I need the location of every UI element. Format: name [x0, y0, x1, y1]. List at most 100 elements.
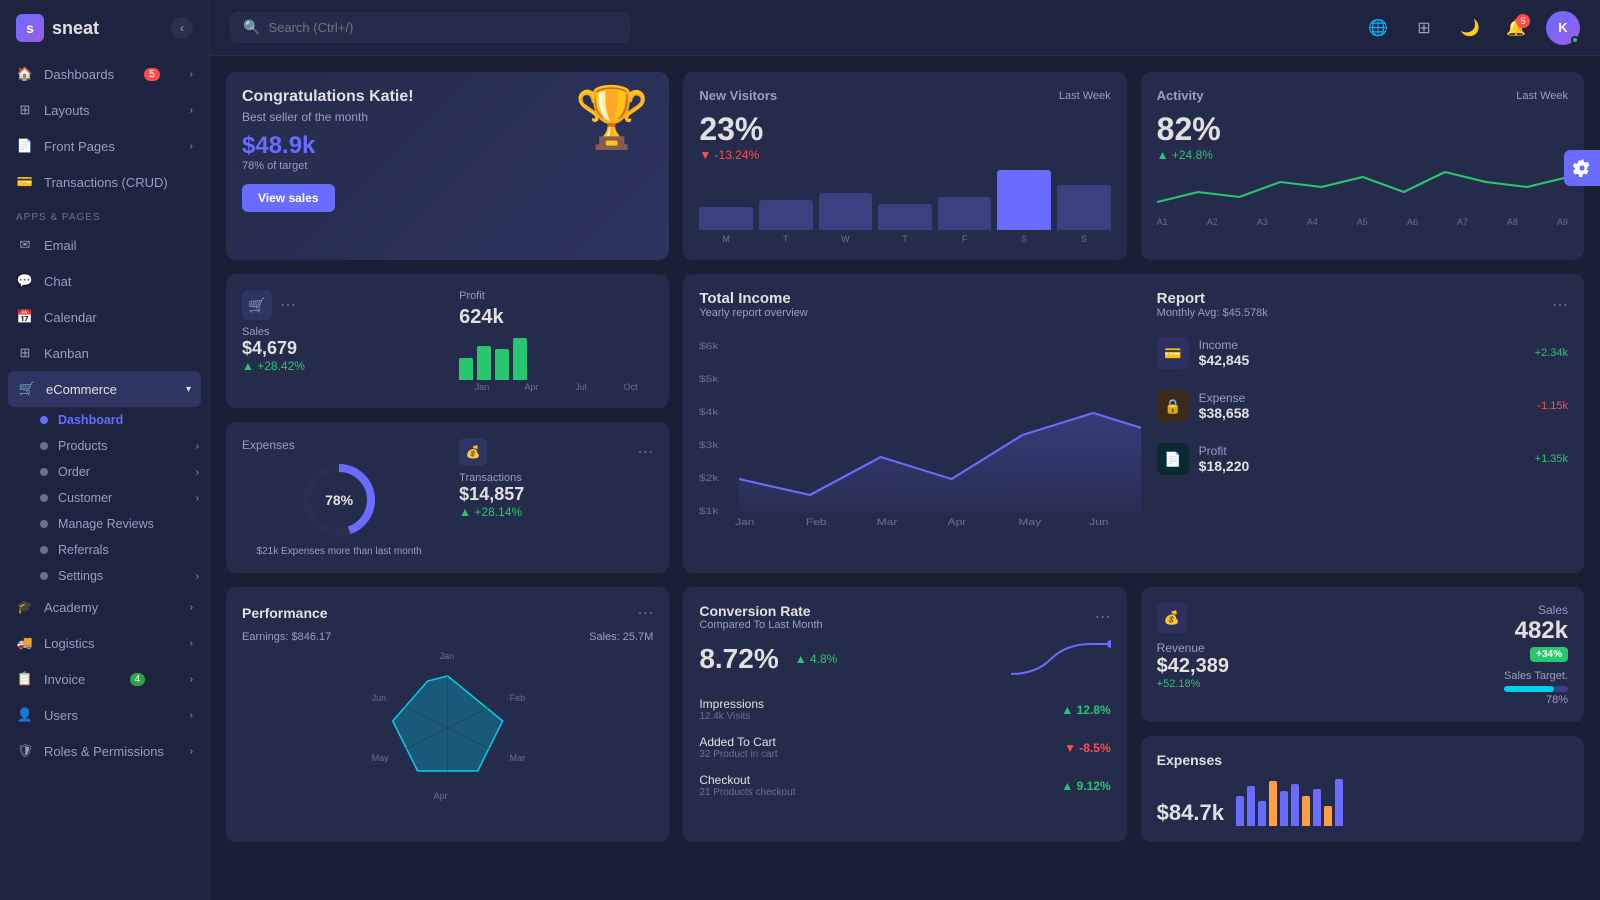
content-area: Congratulations Katie! Best seller of th… — [210, 56, 1600, 900]
sales-label: Sales — [242, 326, 436, 338]
sales-more-btn[interactable]: ⋯ — [280, 295, 296, 315]
svg-text:Feb: Feb — [806, 517, 827, 527]
svg-text:Apr: Apr — [434, 791, 448, 801]
revenue-badge: +34% — [1530, 647, 1568, 662]
sidebar-item-manage-reviews[interactable]: Manage Reviews — [30, 511, 209, 537]
revenue-card: 💰 Revenue $42,389 +52.18% Sales 482k +34… — [1141, 587, 1584, 722]
globe-icon[interactable]: 🌐 — [1362, 12, 1394, 44]
profit-bars — [459, 335, 653, 380]
user-avatar[interactable]: K — [1546, 11, 1580, 45]
conv-trend: ▲ 4.8% — [795, 652, 838, 666]
activity-period: Last Week — [1516, 90, 1568, 102]
report-subtitle: Monthly Avg: $45.578k — [1157, 307, 1268, 319]
visitors-period: Last Week — [1059, 90, 1111, 102]
sidebar-item-front-pages[interactable]: 📄 Front Pages › — [0, 128, 209, 164]
sidebar-item-invoice[interactable]: 📋 Invoice 4 › — [0, 661, 209, 697]
search-input[interactable] — [268, 20, 617, 35]
expenses-pct: 78% — [325, 492, 353, 508]
report-income: 💳 Income $42,845 +2.34k — [1157, 327, 1568, 380]
search-bar[interactable]: 🔍 — [230, 12, 630, 43]
report-more-btn[interactable]: ⋯ — [1552, 295, 1568, 315]
svg-text:Jun: Jun — [1090, 517, 1109, 527]
sidebar-item-ecommerce[interactable]: 🛒 eCommerce ▾ — [8, 371, 201, 407]
settings-fab[interactable] — [1564, 150, 1600, 186]
sidebar-item-dashboard[interactable]: Dashboard — [30, 407, 209, 433]
income-value: $42,845 — [1199, 352, 1525, 368]
conv-subtitle: Compared To Last Month — [699, 619, 822, 631]
logistics-icon: 🚚 — [16, 634, 34, 652]
view-sales-button[interactable]: View sales — [242, 184, 335, 212]
svg-text:Feb: Feb — [510, 693, 526, 703]
trophy-icon: 🏆 — [575, 82, 650, 153]
sidebar-collapse-button[interactable]: ‹ — [171, 17, 193, 39]
grid-icon[interactable]: ⊞ — [1408, 12, 1440, 44]
profit-bar-jan — [459, 358, 473, 381]
search-icon: 🔍 — [243, 19, 260, 36]
dashboards-badge: 5 — [144, 68, 160, 81]
sidebar-item-layouts[interactable]: ⊞ Layouts › — [0, 92, 209, 128]
sidebar-item-roles[interactable]: 🛡 Roles & Permissions › — [0, 733, 209, 769]
sidebar-item-transactions[interactable]: 💳 Transactions (CRUD) — [0, 164, 209, 200]
theme-icon[interactable]: 🌙 — [1454, 12, 1486, 44]
activity-percentage: 82% — [1157, 111, 1568, 148]
avatar-status — [1571, 36, 1579, 44]
customer-dot — [40, 494, 48, 502]
app-logo: s — [16, 14, 44, 42]
sidebar-item-settings[interactable]: Settings › — [30, 563, 209, 589]
referrals-dot — [40, 546, 48, 554]
bar-w — [819, 193, 873, 230]
sidebar-item-products[interactable]: Products › — [30, 433, 209, 459]
conv-more-btn[interactable]: ⋯ — [1095, 607, 1111, 627]
cart-sub: 32 Product in cart — [699, 749, 777, 760]
conv-chart — [1011, 639, 1111, 679]
welcome-card: Congratulations Katie! Best seller of th… — [226, 72, 669, 260]
svg-text:Apr: Apr — [948, 517, 967, 527]
visitors-card: New Visitors Last Week 23% ▼ -13.24% M T… — [683, 72, 1126, 260]
sidebar-item-referrals[interactable]: Referrals — [30, 537, 209, 563]
sidebar-item-calendar[interactable]: 📅 Calendar — [0, 299, 209, 335]
sales-change: ▲ +28.42% — [242, 359, 436, 373]
svg-text:Jun: Jun — [372, 693, 387, 703]
revenue-icon: 💰 — [1157, 603, 1187, 633]
perf-sales: Sales: 25.7M — [589, 631, 653, 643]
income-icon: 💳 — [1157, 337, 1189, 369]
sidebar-item-kanban[interactable]: ⊞ Kanban — [0, 335, 209, 371]
users-icon: 👤 — [16, 706, 34, 724]
checkout-change: ▲ 9.12% — [1061, 779, 1110, 793]
sidebar-item-order[interactable]: Order › — [30, 459, 209, 485]
expense-value: $38,658 — [1199, 405, 1528, 421]
ecommerce-submenu: Dashboard Products › Order › Customer › … — [0, 407, 209, 589]
impressions-label: Impressions — [699, 697, 764, 711]
activity-title: Activity — [1157, 88, 1204, 103]
sidebar-item-chat[interactable]: 💬 Chat — [0, 263, 209, 299]
cart-change: ▼ -8.5% — [1064, 741, 1111, 755]
email-icon: ✉ — [16, 236, 34, 254]
sidebar-item-email[interactable]: ✉ Email — [0, 227, 209, 263]
revenue-sales-value: 482k — [1504, 617, 1568, 645]
notification-icon[interactable]: 🔔 5 — [1500, 12, 1532, 44]
sidebar-item-logistics[interactable]: 🚚 Logistics › — [0, 625, 209, 661]
kanban-icon: ⊞ — [16, 344, 34, 362]
perf-title: Performance — [242, 605, 328, 621]
welcome-target: 78% of target — [242, 160, 653, 172]
conversion-card: Conversion Rate Compared To Last Month ⋯… — [683, 587, 1126, 842]
svg-text:Mar: Mar — [877, 517, 898, 527]
transactions-more-btn[interactable]: ⋯ — [637, 442, 653, 462]
transactions-label: Transactions — [459, 472, 653, 484]
svg-text:$4k: $4k — [699, 407, 719, 417]
perf-more-btn[interactable]: ⋯ — [637, 603, 653, 623]
products-dot — [40, 442, 48, 450]
front-pages-icon: 📄 — [16, 137, 34, 155]
svg-text:Jan: Jan — [735, 517, 754, 527]
sidebar-item-dashboards[interactable]: 🏠 Dashboards 5 › — [0, 56, 209, 92]
sidebar-item-customer[interactable]: Customer › — [30, 485, 209, 511]
app-name: sneat — [52, 18, 99, 39]
sidebar-item-users[interactable]: 👤 Users › — [0, 697, 209, 733]
sidebar-item-academy[interactable]: 🎓 Academy › — [0, 589, 209, 625]
order-dot — [40, 468, 48, 476]
income-change: +2.34k — [1535, 347, 1568, 359]
expenses-bottom-chart — [1236, 776, 1568, 826]
revenue-value: $42,389 — [1157, 655, 1494, 678]
profit-value: 624k — [459, 306, 653, 329]
expenses-transactions-widget: Expenses 78% $21k Expenses more than las… — [226, 422, 669, 573]
